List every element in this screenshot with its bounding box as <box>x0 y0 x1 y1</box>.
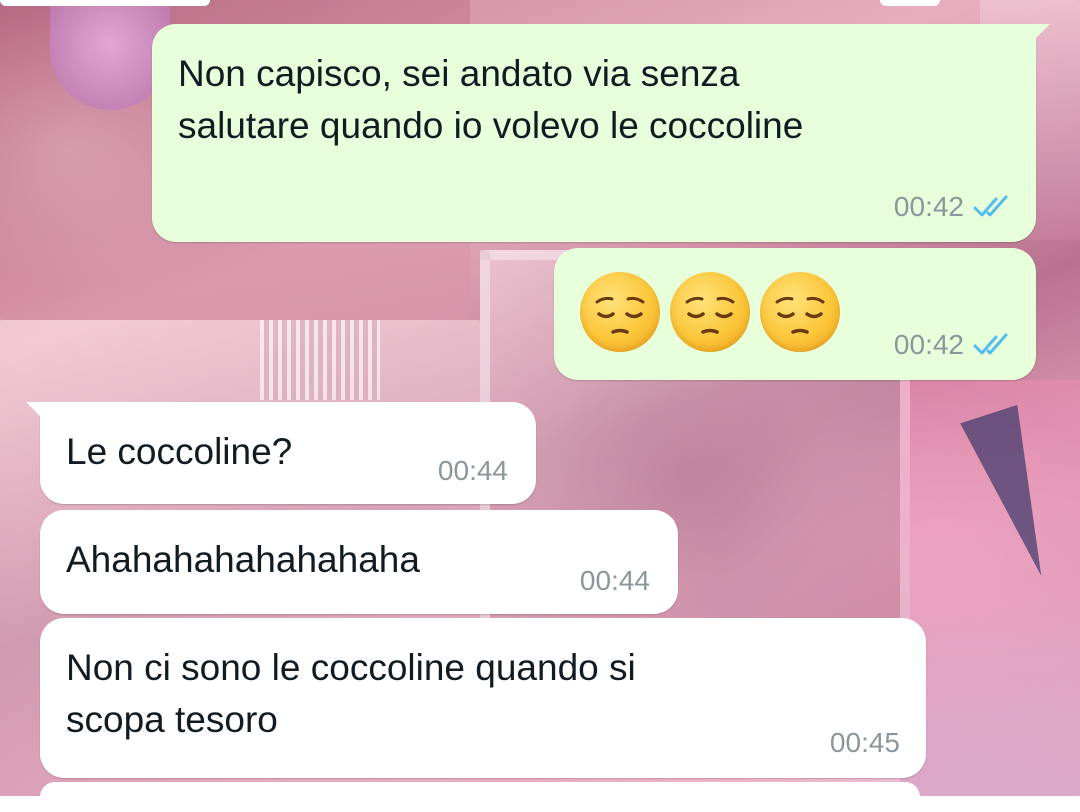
message-time: 00:44 <box>579 565 650 596</box>
message-meta: 00:44 <box>438 456 508 486</box>
double-check-read-icon <box>973 195 1008 217</box>
double-check-read-icon <box>973 333 1008 355</box>
message-line: Non ci sono le coccoline quando si <box>66 647 636 688</box>
message-bubble-incoming[interactable]: Le coccoline? 00:44 <box>26 402 536 504</box>
message-text: Ahahahahahahahaha <box>66 534 420 586</box>
message-text: Non capisco, sei andato via senza saluta… <box>178 48 803 152</box>
message-meta: 00:44 <box>580 566 650 596</box>
wallpaper-radiator <box>260 320 380 400</box>
pensive-face-icon <box>670 272 750 352</box>
previous-bubble-edge <box>880 0 940 6</box>
previous-bubble-edge <box>0 0 210 6</box>
message-meta: 00:42 <box>894 330 1016 360</box>
message-bubble-outgoing[interactable]: Non capisco, sei andato via senza saluta… <box>152 24 1050 242</box>
message-line: Non capisco, sei andato via senza <box>178 53 740 94</box>
emoji-row <box>580 272 840 352</box>
message-bubble-outgoing[interactable]: 00:42 <box>554 248 1036 380</box>
message-time: 00:42 <box>893 329 964 360</box>
message-bubble-incoming[interactable]: Non ci sono le coccoline quando si scopa… <box>40 618 926 778</box>
message-time: 00:42 <box>893 191 964 222</box>
message-text: Non ci sono le coccoline quando si scopa… <box>66 642 636 746</box>
next-message-bubble-edge <box>40 782 920 812</box>
message-line: Le coccoline? <box>66 431 293 472</box>
message-time: 00:45 <box>829 727 900 758</box>
message-time: 00:44 <box>437 455 508 486</box>
message-line: Ahahahahahahahaha <box>66 539 420 580</box>
bubble-tail <box>1028 24 1050 46</box>
pensive-face-icon <box>580 272 660 352</box>
pensive-face-icon <box>760 272 840 352</box>
message-meta: 00:45 <box>830 728 900 758</box>
message-line: scopa tesoro <box>66 699 278 740</box>
message-bubble-incoming[interactable]: Ahahahahahahahaha 00:44 <box>40 510 678 614</box>
message-meta: 00:42 <box>894 192 1016 222</box>
message-text: Le coccoline? <box>66 426 292 478</box>
bubble-tail <box>26 402 48 424</box>
message-line: salutare quando io volevo le coccoline <box>178 105 804 146</box>
